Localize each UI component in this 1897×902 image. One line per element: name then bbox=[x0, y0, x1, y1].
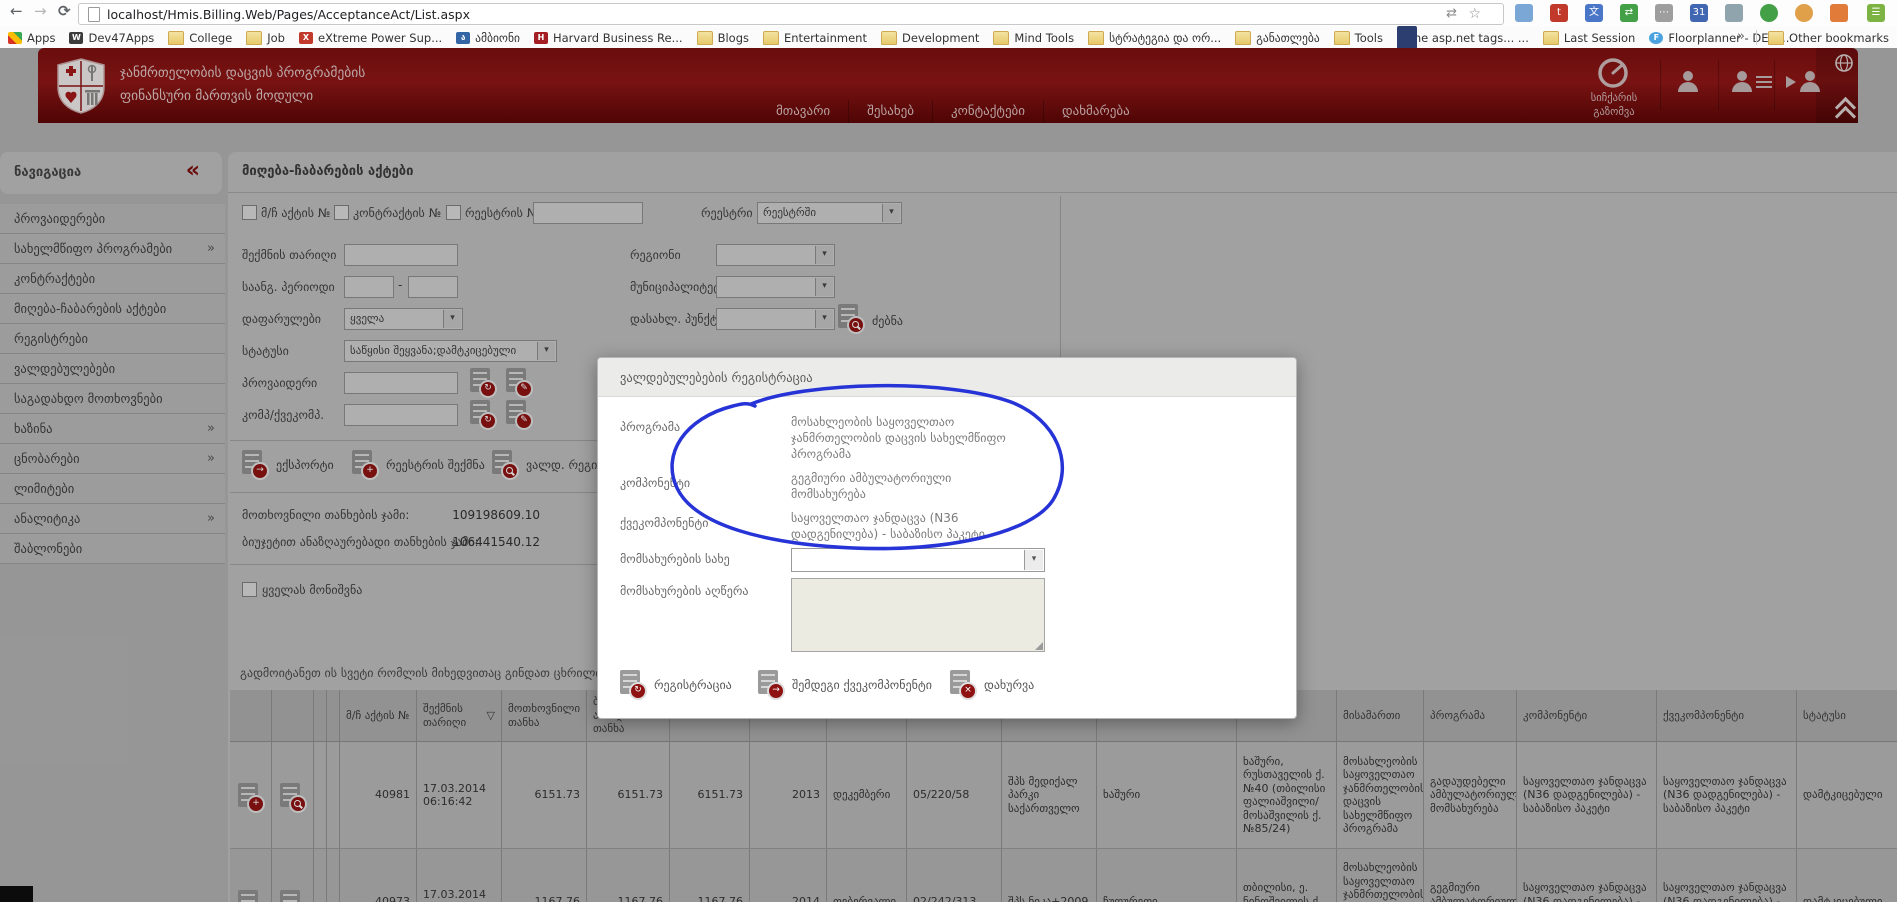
service-type-select[interactable]: ▾ bbox=[791, 548, 1045, 572]
bookmark-ambioni[interactable]: აამბიონი bbox=[456, 31, 520, 45]
w-favicon: W bbox=[69, 32, 83, 44]
bookmark-job[interactable]: Job bbox=[246, 31, 285, 45]
extension-crane-icon[interactable] bbox=[1830, 4, 1848, 22]
extension-cloud-icon[interactable] bbox=[1725, 4, 1743, 22]
extension-resize-icon[interactable]: ⇄ bbox=[1620, 4, 1638, 22]
extension-calendar-icon[interactable]: 31 bbox=[1690, 4, 1708, 22]
page-icon bbox=[88, 7, 100, 22]
bookmark-strategy[interactable]: სტრატეგია და ორ... bbox=[1088, 31, 1221, 45]
bookmark-mind-tools[interactable]: Mind Tools bbox=[993, 31, 1074, 45]
refresh-icon: ↻ bbox=[629, 682, 647, 700]
bookmark-last-session[interactable]: Last Session bbox=[1543, 31, 1636, 45]
obligation-registration-dialog: ვალდებულებების რეგისტრაცია პროგრამა მოსა… bbox=[597, 357, 1297, 719]
register-button-label[interactable]: რეგისტრაცია bbox=[654, 678, 732, 692]
dialog-title-bar[interactable]: ვალდებულებების რეგისტრაცია bbox=[598, 358, 1296, 397]
folder-icon bbox=[881, 31, 897, 45]
bookmark-entertainment[interactable]: Entertainment bbox=[763, 31, 867, 45]
extension-pin-icon[interactable] bbox=[1760, 4, 1778, 22]
bookmarks-bar: Apps WDev47Apps College Job XeXtreme Pow… bbox=[0, 27, 1897, 49]
component-value: გეგმიური ამბულატორიული მომსახურება bbox=[791, 470, 1006, 502]
blue-favicon: ა bbox=[456, 32, 470, 44]
service-desc-textarea[interactable] bbox=[791, 578, 1045, 652]
subcomponent-value: საყოველთაო ჯანდაცვა (N36 დადგენილება) - … bbox=[791, 510, 1006, 542]
bookmark-hbr[interactable]: HHarvard Business Re... bbox=[534, 31, 683, 45]
dialog-title: ვალდებულებების რეგისტრაცია bbox=[620, 370, 813, 385]
service-desc-label: მომსახურების აღწერა bbox=[620, 584, 749, 598]
other-bookmarks[interactable]: Other bookmarks bbox=[1768, 27, 1889, 48]
register-button[interactable]: ↻ bbox=[620, 670, 640, 694]
bookmark-extreme-power[interactable]: XeXtreme Power Sup... bbox=[299, 31, 442, 45]
folder-icon bbox=[1768, 31, 1784, 45]
bookmark-development[interactable]: Development bbox=[881, 31, 979, 45]
reload-button[interactable]: ⟳ bbox=[58, 2, 71, 20]
status-tooltip-box bbox=[0, 886, 33, 902]
extension-translate-icon[interactable]: 文 bbox=[1585, 4, 1603, 22]
browser-toolbar: ← → ⟳ localhost/Hmis.Billing.Web/Pages/A… bbox=[0, 0, 1897, 27]
folder-icon bbox=[763, 31, 779, 45]
folder-icon bbox=[1088, 31, 1104, 45]
folder-icon bbox=[1235, 31, 1251, 45]
bookmark-tools[interactable]: Tools bbox=[1334, 31, 1383, 45]
send-to-device-icon[interactable]: ⇄ bbox=[1446, 6, 1457, 21]
bookmarks-row: Apps WDev47Apps College Job XeXtreme Pow… bbox=[8, 27, 1789, 48]
bookmark-education[interactable]: განათლება bbox=[1235, 31, 1319, 45]
folder-icon bbox=[1334, 31, 1350, 45]
folder-icon bbox=[993, 31, 1009, 45]
bookmark-dev47apps[interactable]: WDev47Apps bbox=[69, 31, 154, 45]
folder-icon bbox=[168, 31, 184, 45]
program-value: მოსახლეობის საყოველთაო ჯანმრთელობის დაცვ… bbox=[791, 414, 1006, 462]
extension-cookie-icon[interactable] bbox=[1795, 4, 1813, 22]
chevron-down-icon: ▾ bbox=[1024, 550, 1043, 570]
fp-favicon: F bbox=[1649, 32, 1663, 44]
program-label: პროგრამა bbox=[620, 420, 680, 434]
address-bar[interactable]: localhost/Hmis.Billing.Web/Pages/Accepta… bbox=[78, 3, 1504, 25]
extension-window-icon[interactable] bbox=[1515, 4, 1533, 22]
bookmarks-overflow-chevron[interactable]: » bbox=[1737, 29, 1745, 44]
back-button[interactable]: ← bbox=[10, 2, 23, 20]
bookmark-blogs[interactable]: Blogs bbox=[697, 31, 749, 45]
next-subcomponent-button-label[interactable]: შემდეგი ქვეკომპონენტი bbox=[792, 678, 932, 692]
bookmark-star-icon[interactable]: ☆ bbox=[1468, 6, 1481, 22]
apps-grid-icon bbox=[8, 32, 22, 44]
close-button-label[interactable]: დახურვა bbox=[984, 678, 1034, 692]
close-button[interactable]: × bbox=[950, 670, 970, 694]
next-subcomponent-button[interactable]: → bbox=[758, 670, 778, 694]
bookmark-inline-asp[interactable]: inline asp.net tags... ... bbox=[1397, 31, 1529, 45]
x-favicon: X bbox=[299, 32, 313, 44]
browser-menu-icon[interactable]: ☰ bbox=[1867, 4, 1885, 22]
bookmark-apps[interactable]: Apps bbox=[8, 31, 55, 45]
service-type-label: მომსახურების სახე bbox=[620, 552, 730, 566]
folder-icon bbox=[246, 31, 262, 45]
folder-icon bbox=[1543, 31, 1559, 45]
browser-window: ← → ⟳ localhost/Hmis.Billing.Web/Pages/A… bbox=[0, 0, 1897, 902]
divider bbox=[1756, 30, 1757, 45]
extension-dots-icon[interactable]: ⋯ bbox=[1655, 4, 1673, 22]
arrow-right-icon: → bbox=[767, 682, 785, 700]
component-label: კომპონენტი bbox=[620, 476, 690, 490]
bookmark-college[interactable]: College bbox=[168, 31, 232, 45]
close-icon: × bbox=[959, 682, 977, 700]
url-text[interactable]: localhost/Hmis.Billing.Web/Pages/Accepta… bbox=[107, 7, 470, 22]
doc-favicon bbox=[1397, 26, 1417, 50]
extension-t-icon[interactable]: t bbox=[1550, 4, 1568, 22]
folder-icon bbox=[697, 31, 713, 45]
hbr-favicon: H bbox=[534, 32, 548, 44]
subcomponent-label: ქვეკომპონენტი bbox=[620, 516, 708, 530]
forward-button[interactable]: → bbox=[34, 2, 47, 20]
